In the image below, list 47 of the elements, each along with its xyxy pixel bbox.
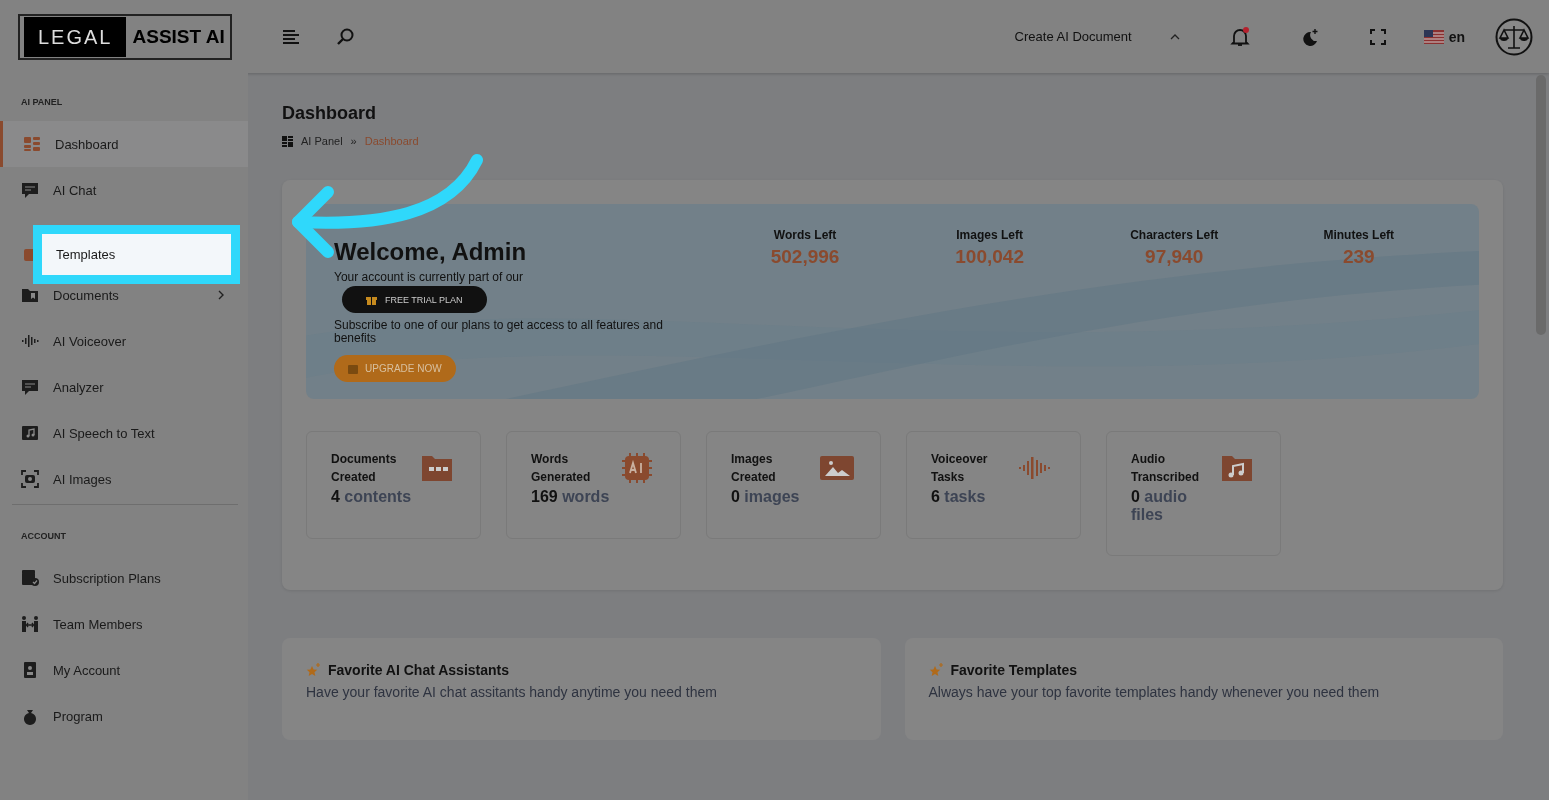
language-selector[interactable]: en bbox=[1448, 28, 1465, 45]
section-title: AI PANEL bbox=[20, 97, 64, 107]
sidebar-item[interactable]: Team Members bbox=[0, 601, 248, 647]
sidebar-item[interactable]: My Account bbox=[0, 647, 248, 693]
section-title: ACCOUNT bbox=[20, 531, 67, 541]
stat-value: 97,940 bbox=[1144, 246, 1205, 268]
plan-name: FREE TRIAL PLAN bbox=[385, 294, 463, 305]
logo-text: LEGAL bbox=[24, 16, 127, 57]
sidebar-item[interactable]: Program bbox=[0, 693, 248, 739]
stat-value: 100,042 bbox=[954, 246, 1025, 268]
card-title: Documents Created bbox=[331, 451, 398, 486]
stat-label: Characters Left bbox=[1129, 228, 1220, 242]
stat-value: 502,996 bbox=[769, 246, 841, 268]
card-title: Words Generated bbox=[531, 451, 592, 486]
sidebar-item[interactable]: Dashboard bbox=[0, 121, 248, 167]
upgrade-button[interactable]: UPGRADE NOW bbox=[334, 355, 456, 382]
card-title: Voiceover Tasks bbox=[931, 451, 989, 486]
stat-label: Minutes Left bbox=[1322, 228, 1396, 242]
card-title: Favorite AI Chat Assistants bbox=[328, 662, 509, 678]
sidebar-item[interactable]: Subscription Plans bbox=[0, 555, 248, 601]
card-value: 0 images bbox=[731, 488, 801, 506]
card-value: 4 contents bbox=[331, 488, 413, 506]
stat-label: Images Left bbox=[955, 228, 1024, 242]
welcome-title: Welcome, Admin bbox=[334, 238, 528, 266]
card-value: 6 tasks bbox=[931, 488, 987, 506]
breadcrumb-link[interactable]: AI Panel bbox=[301, 135, 343, 147]
card-title: Favorite Templates bbox=[950, 662, 1078, 678]
card-title: Images Created bbox=[731, 451, 777, 486]
sidebar-item[interactable]: AI Voiceover bbox=[0, 318, 248, 364]
create-document-menu[interactable]: Create AI Document bbox=[1014, 29, 1132, 44]
sidebar-item[interactable]: Analyzer bbox=[0, 364, 248, 410]
card-subtitle: Have your favorite AI chat assitants handy anytime you need them bbox=[306, 684, 718, 700]
logo[interactable]: LEGAL ASSIST AI bbox=[18, 13, 232, 60]
subscribe-text: Subscribe to one of our plans to get access to all features and benefits bbox=[334, 319, 664, 345]
stat-label: Words Left bbox=[772, 228, 838, 242]
page-title: Dashboard bbox=[282, 103, 378, 124]
sidebar-item[interactable]: AI Chat bbox=[0, 167, 248, 213]
card-title: Audio Transcribed bbox=[1131, 451, 1201, 486]
breadcrumb-separator: » bbox=[350, 135, 357, 147]
card-subtitle: Always have your top favorite templates handy whenever you need them bbox=[928, 684, 1381, 700]
card-value: 0 audio files bbox=[1131, 488, 1189, 524]
sidebar-item[interactable]: AI Images bbox=[0, 456, 248, 502]
logo-text: ASSIST AI bbox=[132, 25, 225, 48]
sidebar-item[interactable]: AI Speech to Text bbox=[0, 410, 248, 456]
stat-value: 239 bbox=[1341, 246, 1376, 268]
card-value: 169 words bbox=[531, 488, 611, 506]
plan-intro-text: Your account is currently part of our bbox=[334, 270, 524, 284]
